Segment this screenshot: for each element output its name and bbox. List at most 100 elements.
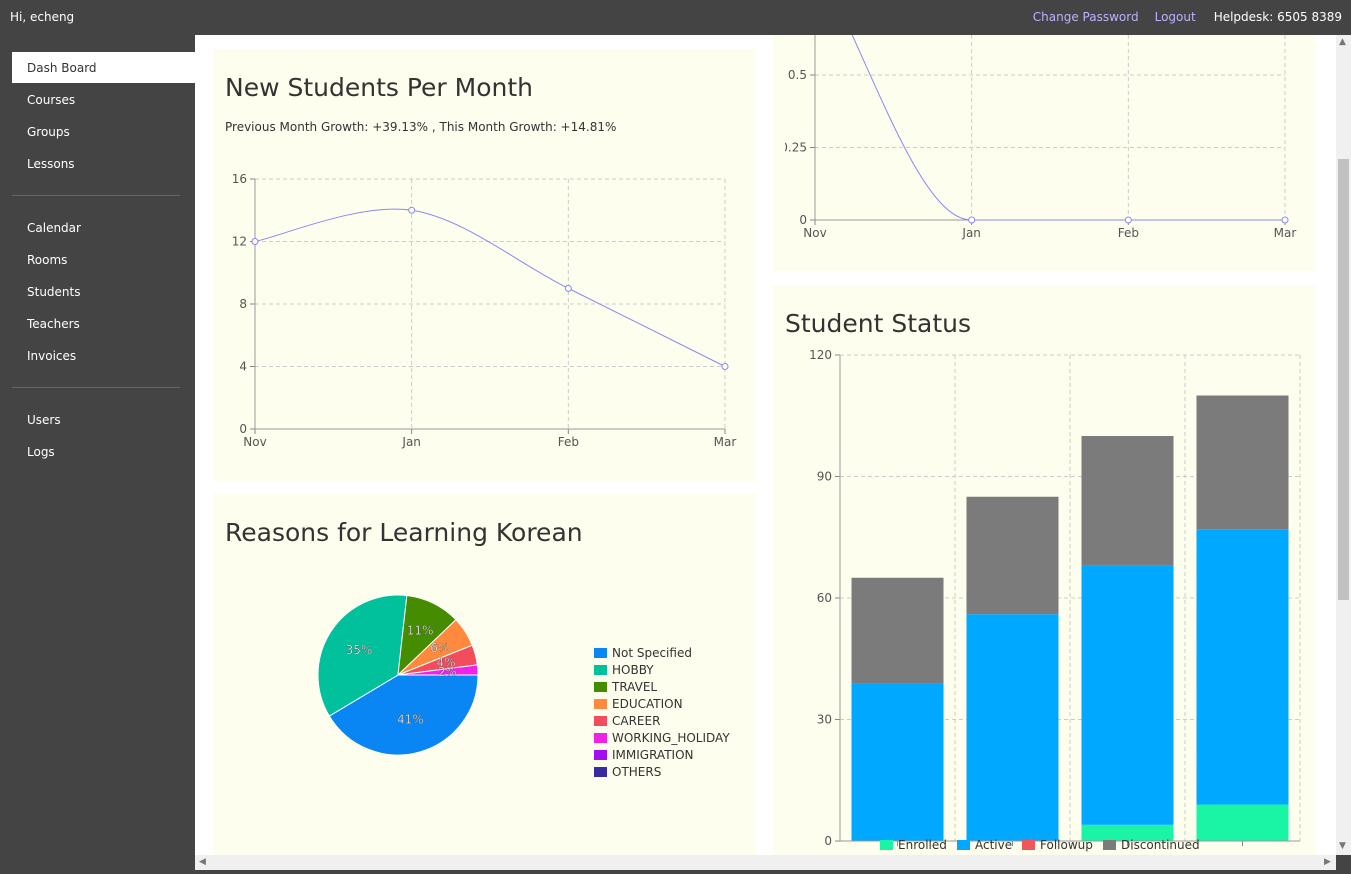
- legend-label: Discontinued: [1121, 838, 1200, 852]
- x-tick-label: Mar: [714, 435, 737, 449]
- data-point: [408, 206, 416, 214]
- slice-label: 11%: [407, 624, 434, 638]
- legend-label: CAREER: [612, 714, 661, 728]
- logout-link[interactable]: Logout: [1155, 10, 1196, 24]
- y-tick-label: 0: [824, 834, 832, 848]
- legend-label: Not Specified: [612, 646, 692, 660]
- top-bar: Hi, echeng Change Password Logout Helpde…: [0, 0, 1351, 35]
- legend-label: TRAVEL: [612, 680, 658, 694]
- legend-swatch: [1022, 840, 1035, 850]
- legend-swatch: [594, 665, 607, 675]
- sidebar-item-dashboard[interactable]: Dash Board: [12, 52, 195, 83]
- legend-item: OTHERS: [594, 765, 661, 779]
- new-students-panel: New Students Per Month Previous Month Gr…: [213, 49, 756, 481]
- legend-item: Not Specified: [594, 646, 692, 660]
- clip-mask: [773, 35, 785, 271]
- slice-label: 41%: [397, 713, 424, 727]
- y-tick-label: 60: [817, 591, 832, 605]
- vertical-scrollbar[interactable]: ▲ ▼: [1336, 35, 1351, 855]
- series-line: [851, 35, 1285, 221]
- y-tick-label: 0: [239, 422, 247, 436]
- legend-label: Enrolled: [898, 838, 947, 852]
- y-tick-label: 12: [232, 235, 247, 249]
- sidebar-item-students[interactable]: Students: [12, 276, 195, 307]
- data-point: [968, 216, 976, 224]
- new-students-line-chart: 0 4 8 12 16 Nov Jan Feb Mar: [232, 172, 737, 449]
- legend-item: HOBBY: [594, 663, 654, 677]
- x-tick-label: Jan: [401, 435, 421, 449]
- sidebar-item-invoices[interactable]: Invoices: [12, 340, 195, 371]
- data-point: [1281, 216, 1289, 224]
- x-tick-label: Nov: [803, 226, 826, 240]
- x-tick-label: Mar: [1231, 848, 1254, 850]
- line-chart-panel-partial: 0 0.25 0.5 Nov Jan Feb Mar: [773, 35, 1316, 271]
- student-status-bar-chart: 0306090120NovJanFebMar: [809, 350, 1301, 850]
- legend-item: CAREER: [594, 714, 660, 728]
- legend-item: WORKING_HOLIDAY: [594, 731, 730, 745]
- y-tick-label: 30: [817, 713, 832, 727]
- legend-item: EDUCATION: [594, 697, 683, 711]
- sidebar-divider: [12, 195, 180, 196]
- scroll-down-icon[interactable]: ▼: [1339, 841, 1346, 851]
- y-tick-label: 90: [817, 470, 832, 484]
- legend-label: IMMIGRATION: [612, 748, 694, 762]
- x-tick-label: Nov: [243, 435, 266, 449]
- legend-item[interactable]: Discontinued: [1103, 838, 1200, 852]
- legend-label: OTHERS: [612, 765, 662, 779]
- scroll-left-icon[interactable]: ◀: [199, 857, 206, 867]
- sidebar-item-rooms[interactable]: Rooms: [12, 244, 195, 275]
- bar-segment: [1081, 436, 1174, 566]
- legend-item[interactable]: Enrolled: [880, 838, 947, 852]
- x-tick-label: Jan: [961, 226, 981, 240]
- y-tick-label: 16: [232, 172, 247, 186]
- y-tick-label: 0.5: [788, 68, 807, 82]
- data-point: [564, 284, 572, 292]
- x-tick-label: Feb: [558, 435, 579, 449]
- legend-label: WORKING_HOLIDAY: [612, 731, 730, 745]
- data-point: [721, 363, 729, 370]
- legend-swatch: [1103, 840, 1116, 850]
- series-line: [254, 208, 726, 367]
- user-greeting: Hi, echeng: [10, 10, 75, 24]
- bar-segment: [966, 496, 1059, 615]
- vertical-scrollbar-thumb[interactable]: [1338, 159, 1349, 600]
- horizontal-scrollbar[interactable]: ◀ ▶: [195, 855, 1336, 870]
- reasons-pie-chart: 41%35%11%6%4%2%: [317, 594, 479, 756]
- legend-label: Followup: [1040, 838, 1093, 852]
- legend-swatch: [880, 840, 893, 850]
- scroll-right-icon[interactable]: ▶: [1324, 857, 1331, 867]
- legend-item: TRAVEL: [594, 680, 657, 694]
- helpdesk-text: Helpdesk: 6505 8389: [1213, 10, 1342, 24]
- y-tick-label: 8: [239, 297, 247, 311]
- legend-swatch: [957, 840, 970, 850]
- sidebar-item-courses[interactable]: Courses: [12, 84, 195, 115]
- sidebar-item-users[interactable]: Users: [12, 404, 195, 435]
- sidebar-item-logs[interactable]: Logs: [12, 436, 195, 467]
- main-content: New Students Per Month Previous Month Gr…: [195, 35, 1336, 855]
- sidebar-item-teachers[interactable]: Teachers: [12, 308, 195, 339]
- sidebar-item-lessons[interactable]: Lessons: [12, 148, 195, 179]
- partial-line-chart: 00.250.5Nov Jan Feb Mar: [773, 35, 1297, 271]
- change-password-link[interactable]: Change Password: [1033, 10, 1139, 24]
- growth-text: Previous Month Growth: +39.13% , This Mo…: [225, 120, 617, 134]
- slice-label: 6%: [430, 641, 449, 655]
- bar-segment: [851, 577, 944, 684]
- student-status-title: Student Status: [785, 309, 972, 338]
- sidebar-item-groups[interactable]: Groups: [12, 116, 195, 147]
- legend-swatch: [594, 750, 607, 760]
- student-status-panel: Student Status 0306090120NovJanFebMar En…: [773, 285, 1316, 855]
- legend-item[interactable]: Followup: [1022, 838, 1093, 852]
- legend-item[interactable]: Active: [957, 838, 1012, 852]
- reasons-panel: Reasons for Learning Korean 41% 35% 11% 6% 4…: [213, 494, 756, 855]
- x-tick-label: Mar: [1274, 226, 1297, 240]
- y-tick-label: 4: [239, 360, 247, 374]
- bar-segment: [851, 683, 944, 841]
- legend-swatch: [594, 648, 607, 658]
- scroll-up-icon[interactable]: ▲: [1339, 37, 1346, 47]
- y-tick-label: 120: [809, 350, 832, 362]
- legend-label: EDUCATION: [612, 697, 683, 711]
- slice-label: 2%: [438, 665, 457, 679]
- new-students-title: New Students Per Month: [225, 73, 534, 102]
- sidebar-item-calendar[interactable]: Calendar: [12, 212, 195, 243]
- legend-swatch: [594, 682, 607, 692]
